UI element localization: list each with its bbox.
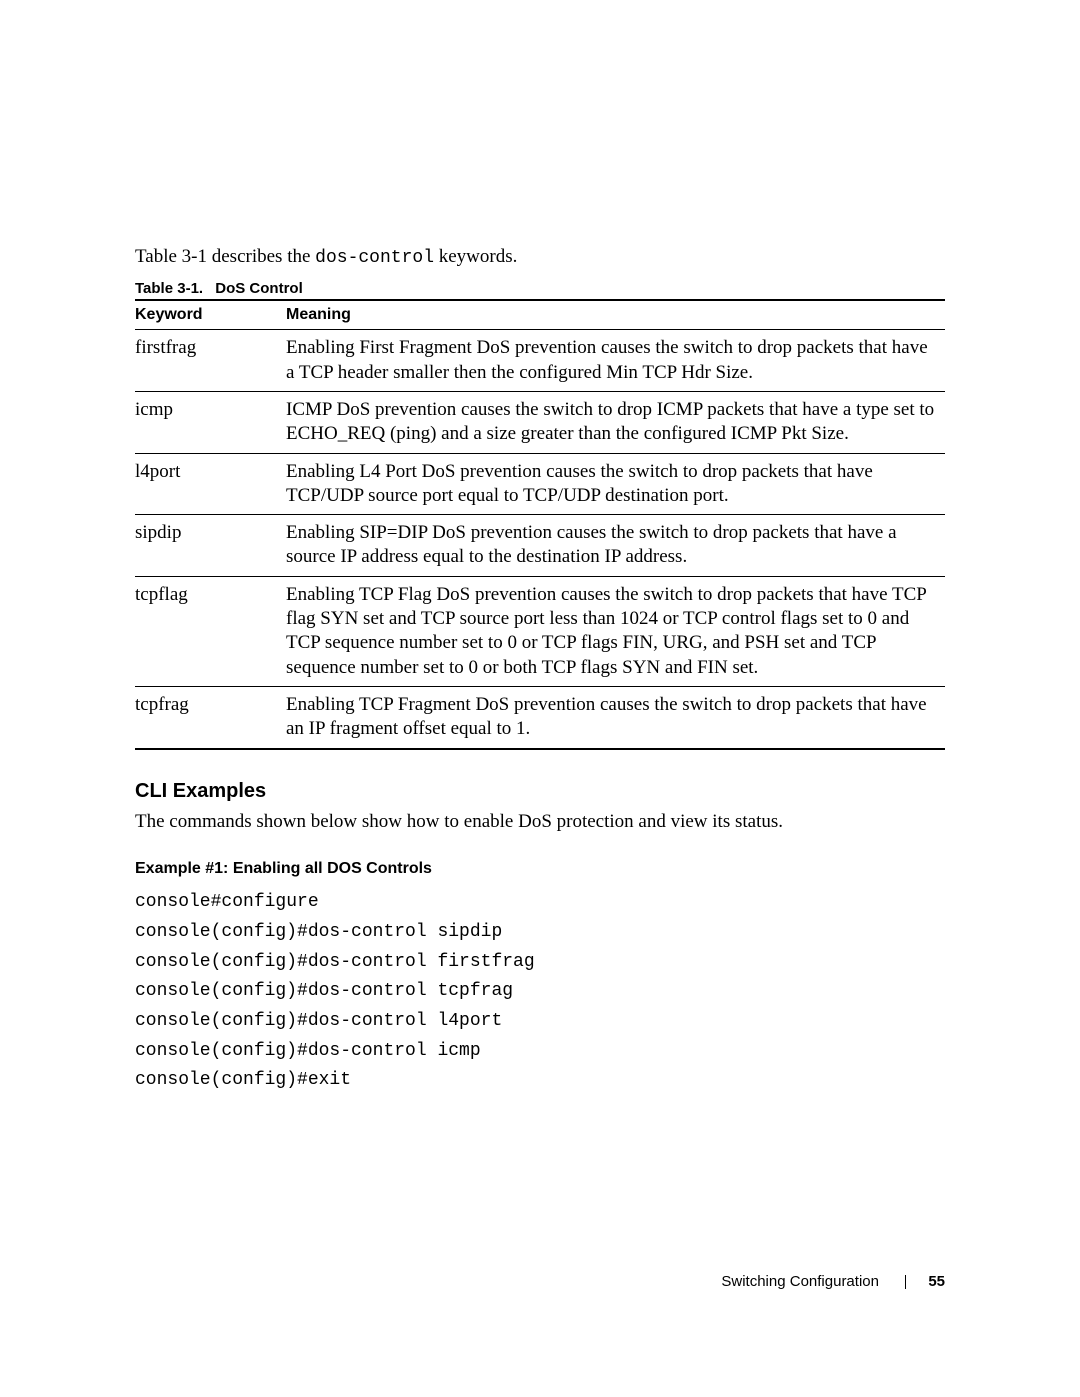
console-line: console(config)#dos-control l4port <box>135 1007 945 1037</box>
row-keyword: firstfrag <box>135 330 286 392</box>
row-keyword: l4port <box>135 453 286 515</box>
console-line: console(config)#dos-control firstfrag <box>135 948 945 978</box>
row-meaning: Enabling TCP Flag DoS prevention causes … <box>286 576 945 686</box>
table-row: firstfrag Enabling First Fragment DoS pr… <box>135 330 945 392</box>
table-row: tcpfrag Enabling TCP Fragment DoS preven… <box>135 687 945 749</box>
intro-keyword: dos-control <box>315 248 434 268</box>
page-content: Table 3-1 describes the dos-control keyw… <box>0 0 1080 1397</box>
row-meaning: Enabling L4 Port DoS prevention causes t… <box>286 453 945 515</box>
row-keyword: tcpflag <box>135 576 286 686</box>
row-meaning: Enabling SIP=DIP DoS prevention causes t… <box>286 515 945 577</box>
example-title: Example #1: Enabling all DOS Controls <box>135 860 945 878</box>
table-row: sipdip Enabling SIP=DIP DoS prevention c… <box>135 515 945 577</box>
console-line: console(config)#dos-control tcpfrag <box>135 977 945 1007</box>
console-line: console(config)#exit <box>135 1066 945 1096</box>
dos-control-table: Keyword Meaning firstfrag Enabling First… <box>135 299 945 749</box>
table-body: firstfrag Enabling First Fragment DoS pr… <box>135 330 945 749</box>
table-caption: Table 3-1. DoS Control <box>135 280 945 297</box>
console-line: console#configure <box>135 888 945 918</box>
intro-suffix: keywords. <box>434 246 517 267</box>
row-meaning: Enabling TCP Fragment DoS prevention cau… <box>286 687 945 749</box>
footer-separator <box>905 1275 906 1289</box>
console-block: console#configureconsole(config)#dos-con… <box>135 888 945 1096</box>
page-footer: Switching Configuration 55 <box>721 1273 945 1290</box>
intro-paragraph: Table 3-1 describes the dos-control keyw… <box>135 244 945 270</box>
row-keyword: icmp <box>135 391 286 453</box>
console-line: console(config)#dos-control icmp <box>135 1037 945 1067</box>
table-row: tcpflag Enabling TCP Flag DoS prevention… <box>135 576 945 686</box>
table-caption-title: DoS Control <box>215 280 303 297</box>
cli-examples-heading: CLI Examples <box>135 780 945 803</box>
row-meaning: ICMP DoS prevention causes the switch to… <box>286 391 945 453</box>
table-caption-label: Table 3-1. <box>135 280 203 297</box>
console-line: console(config)#dos-control sipdip <box>135 918 945 948</box>
row-keyword: tcpfrag <box>135 687 286 749</box>
row-keyword: sipdip <box>135 515 286 577</box>
table-row: icmp ICMP DoS prevention causes the swit… <box>135 391 945 453</box>
table-header-keyword: Keyword <box>135 300 286 330</box>
row-meaning: Enabling First Fragment DoS prevention c… <box>286 330 945 392</box>
intro-prefix: Table 3-1 describes the <box>135 246 315 267</box>
table-header-meaning: Meaning <box>286 300 945 330</box>
table-row: l4port Enabling L4 Port DoS prevention c… <box>135 453 945 515</box>
cli-description: The commands shown below show how to ena… <box>135 809 945 835</box>
footer-page-number: 55 <box>928 1273 945 1290</box>
footer-section: Switching Configuration <box>721 1273 879 1290</box>
